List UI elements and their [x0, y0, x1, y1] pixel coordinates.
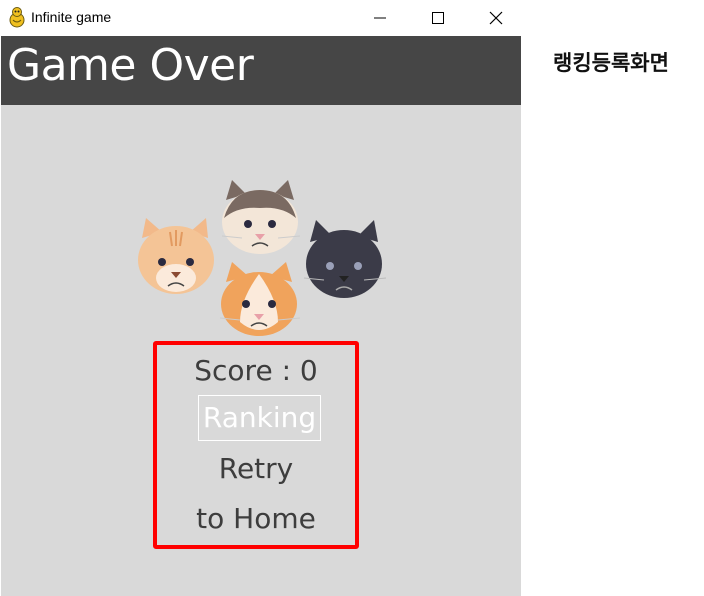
cat-face-icon: [221, 180, 301, 254]
game-over-header: Game Over: [1, 36, 521, 105]
sad-cats-illustration: [138, 180, 387, 336]
home-button[interactable]: to Home: [157, 502, 355, 535]
title-bar[interactable]: Infinite game: [0, 0, 521, 35]
window-title: Infinite game: [31, 9, 112, 25]
score-label: Score : 0: [194, 354, 318, 387]
cat-face-icon: [303, 220, 387, 298]
retry-button[interactable]: Retry: [157, 452, 355, 485]
pygame-snake-icon: [9, 7, 25, 28]
minimize-icon: [374, 17, 386, 18]
maximize-button[interactable]: [409, 0, 467, 35]
cat-face-icon: [138, 218, 214, 294]
maximize-icon: [432, 11, 444, 24]
ranking-button[interactable]: Ranking: [198, 395, 321, 441]
annotation-label: 랭킹등록화면: [553, 51, 669, 75]
close-icon: [489, 11, 503, 24]
cat-face-icon: [219, 262, 301, 336]
close-button[interactable]: [467, 0, 525, 35]
page-title: Game Over: [7, 40, 254, 91]
minimize-button[interactable]: [351, 0, 409, 35]
